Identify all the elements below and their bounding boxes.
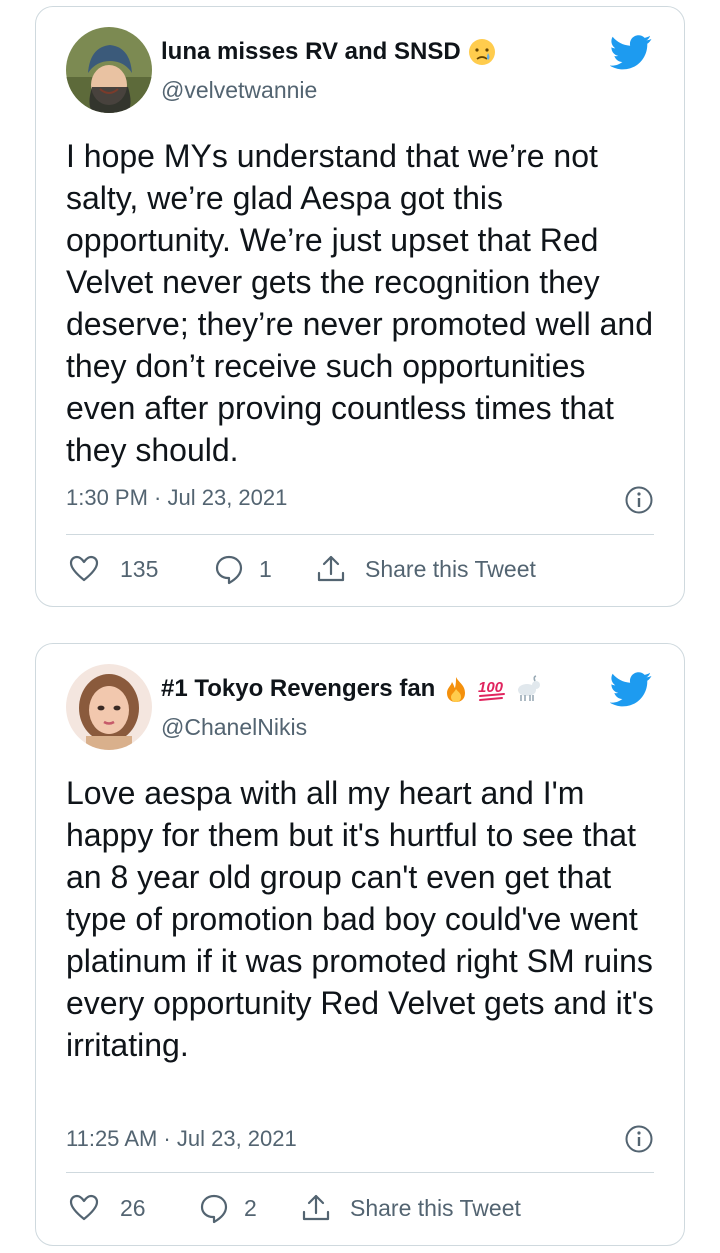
divider [66, 534, 654, 535]
tweet-timestamp[interactable]: 11:25 AM · Jul 23, 2021 [66, 1126, 297, 1152]
reply-bubble-icon [215, 555, 243, 585]
heart-icon [69, 1194, 99, 1221]
reply-count: 2 [244, 1194, 257, 1221]
display-name[interactable]: luna misses RV and SNSD [161, 38, 461, 66]
reply-button[interactable]: 1 [213, 553, 315, 585]
like-count: 135 [120, 555, 159, 582]
twitter-bird-icon[interactable] [610, 31, 652, 73]
user-handle[interactable]: @ChanelNikis [161, 714, 307, 741]
twitter-bird-icon[interactable] [610, 668, 652, 710]
user-handle[interactable]: @velvetwannie [161, 77, 317, 104]
divider [66, 1172, 654, 1173]
reply-bubble-icon [200, 1194, 228, 1224]
fire-icon [441, 674, 471, 704]
share-label: Share this Tweet [365, 555, 536, 582]
like-count: 26 [120, 1194, 146, 1221]
avatar-image [66, 664, 152, 750]
share-label: Share this Tweet [350, 1194, 521, 1221]
tweet-text: Love aespa with all my heart and I'm hap… [66, 775, 654, 1063]
share-tweet-button[interactable]: Share this Tweet [315, 553, 536, 585]
display-name-row[interactable]: #1 Tokyo Revengers fan 100 [161, 674, 543, 704]
avatar[interactable] [66, 27, 152, 113]
reply-count: 1 [259, 555, 272, 582]
heart-icon [69, 555, 99, 582]
like-button[interactable]: 135 [68, 553, 213, 585]
reply-button[interactable]: 2 [198, 1192, 300, 1224]
avatar[interactable] [66, 664, 152, 750]
info-icon[interactable] [624, 1124, 654, 1154]
share-upload-icon [302, 1194, 330, 1221]
share-tweet-button[interactable]: Share this Tweet [300, 1192, 521, 1224]
like-button[interactable]: 26 [68, 1192, 198, 1224]
display-name[interactable]: #1 Tokyo Revengers fan [161, 675, 435, 703]
crying-face-icon [467, 37, 497, 67]
display-name-row[interactable]: luna misses RV and SNSD [161, 37, 497, 67]
hundred-points-icon: 100 [477, 674, 507, 704]
tweet-timestamp[interactable]: 1:30 PM · Jul 23, 2021 [66, 485, 287, 511]
tweet-card[interactable]: luna misses RV and SNSD @velvetwannie I … [35, 6, 685, 607]
tweet-card[interactable]: #1 Tokyo Revengers fan 100 @ChanelNikis [35, 643, 685, 1246]
tweet-actions: 135 1 Share this Tweet [68, 553, 654, 585]
info-icon[interactable] [624, 485, 654, 515]
tweet-text: I hope MYs understand that we’re not sal… [66, 138, 653, 468]
share-upload-icon [317, 555, 345, 582]
tweet-actions: 26 2 Share this Tweet [68, 1192, 654, 1224]
goat-icon [513, 674, 543, 704]
avatar-image [66, 27, 152, 113]
